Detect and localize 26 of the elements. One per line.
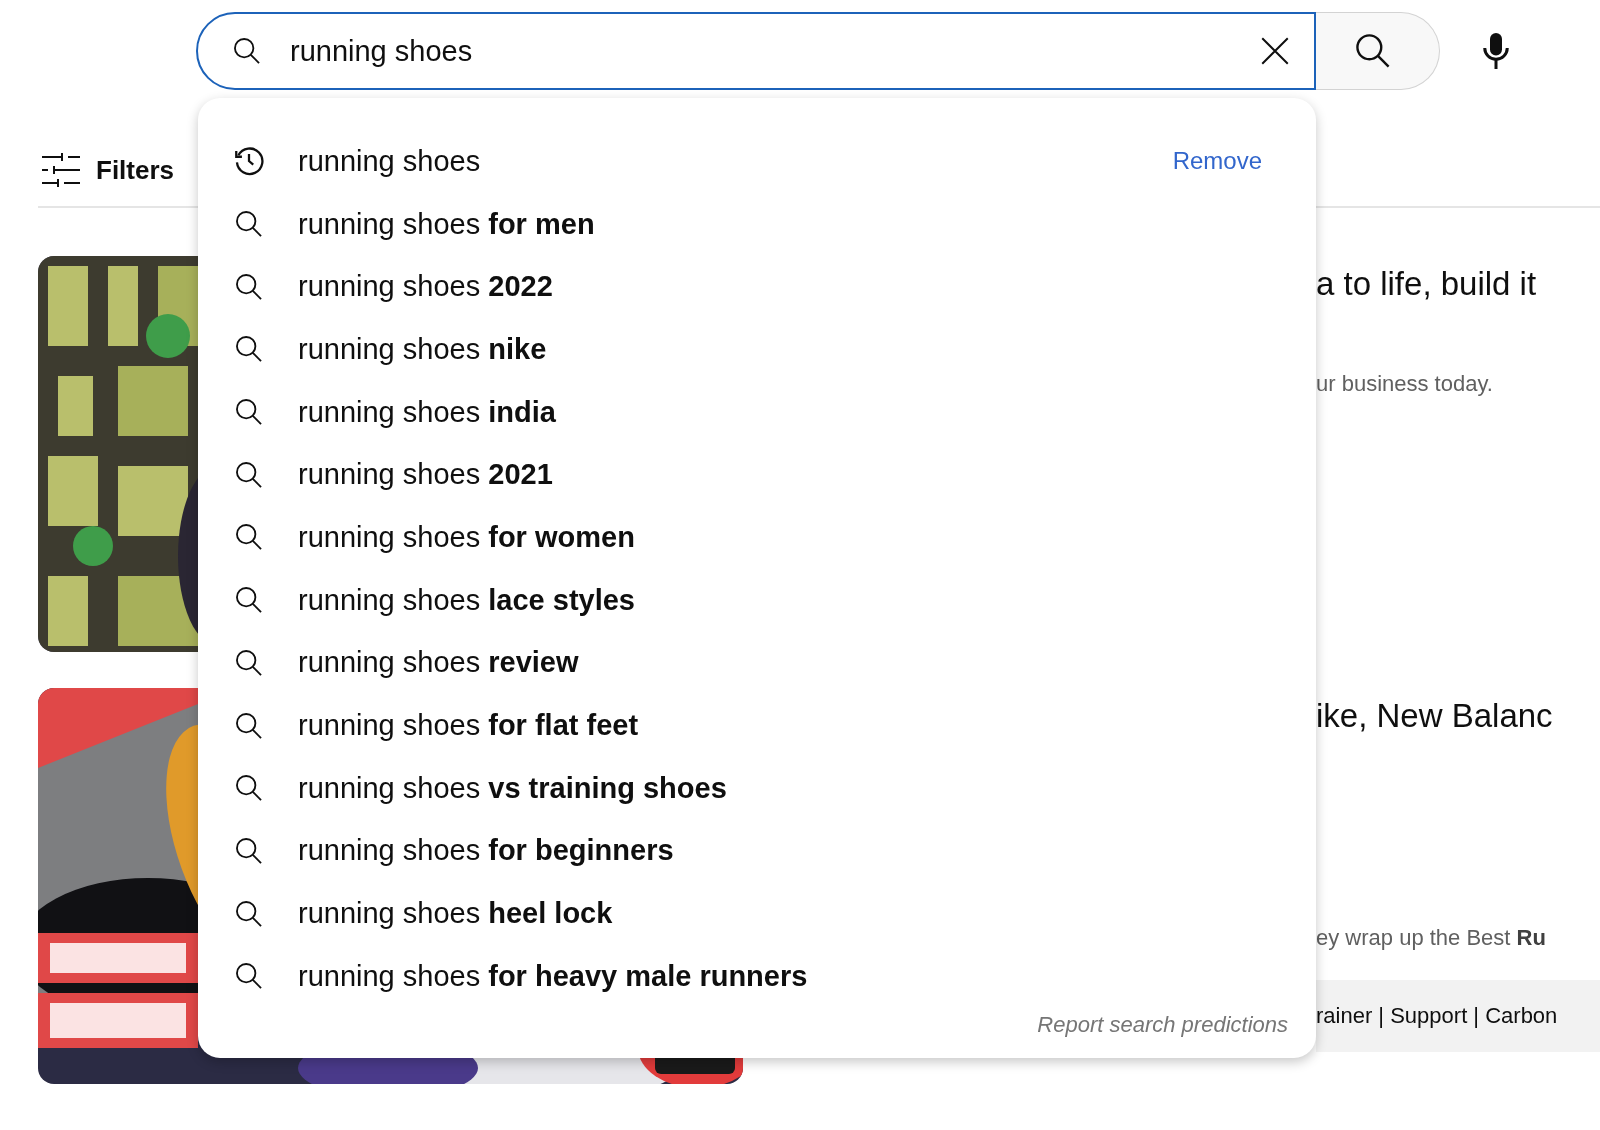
suggestion-item[interactable]: running shoes for women: [198, 506, 1316, 569]
suggestion-item[interactable]: running shoes nike: [198, 318, 1316, 381]
suggestion-item[interactable]: running shoes heel lock: [198, 882, 1316, 945]
chapters-text: rainer | Support | Carbon: [1316, 1003, 1558, 1029]
suggestion-item[interactable]: running shoes india: [198, 380, 1316, 444]
video-title[interactable]: a to life, build it: [1316, 264, 1600, 304]
video-title[interactable]: ike, New Balanc: [1316, 696, 1600, 736]
suggestion-item[interactable]: running shoes for beginners: [198, 819, 1316, 883]
suggestion-item[interactable]: running shoes Remove: [198, 130, 1316, 193]
search-field[interactable]: running shoes: [288, 33, 1234, 69]
search-box[interactable]: running shoes: [196, 12, 1316, 90]
suggestion-item[interactable]: running shoes lace styles: [198, 568, 1316, 632]
suggestion-item[interactable]: running shoes for heavy male runners: [198, 944, 1316, 1008]
search-button[interactable]: [1316, 12, 1440, 90]
video-description: ey wrap up the Best Ru: [1316, 924, 1547, 952]
remove-link[interactable]: Remove: [1172, 147, 1262, 176]
report-link[interactable]: Report search predictions: [1037, 1011, 1288, 1038]
suggestion-item[interactable]: running shoes for flat feet: [198, 694, 1316, 757]
video-description: ur business today.: [1316, 370, 1494, 398]
sliders-icon: [42, 153, 80, 187]
filters-button[interactable]: Filters: [42, 150, 175, 190]
suggestion-item[interactable]: running shoes 2022: [198, 255, 1316, 319]
suggestion-item[interactable]: running shoes 2021: [198, 443, 1316, 507]
suggestion-item[interactable]: running shoes review: [198, 631, 1316, 695]
suggestion-item[interactable]: running shoes for men: [198, 192, 1316, 256]
suggestion-item[interactable]: running shoes vs training shoes: [198, 756, 1316, 820]
